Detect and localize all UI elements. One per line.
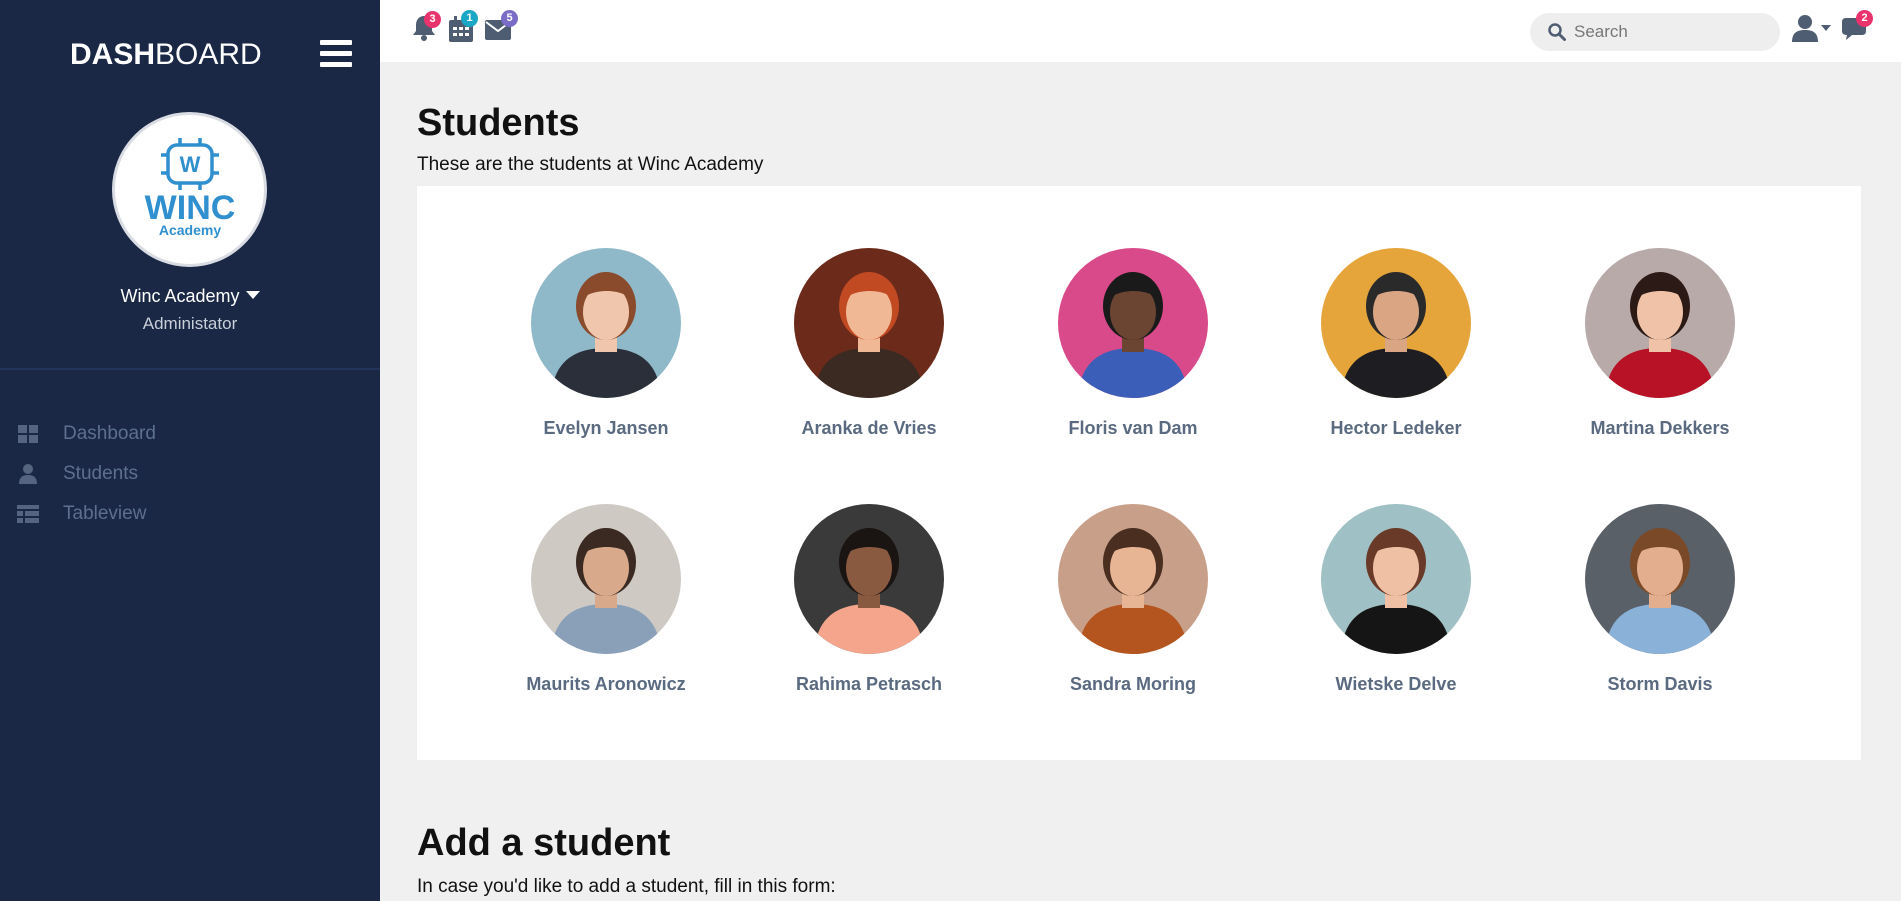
student-name: Sandra Moring bbox=[1069, 674, 1196, 694]
student-card[interactable]: Floris van Dam bbox=[1023, 248, 1243, 439]
brand-logo-text[interactable]: DASHBOARD bbox=[70, 38, 262, 72]
org-name: Winc Academy bbox=[120, 286, 240, 306]
student-name: Wietske Delve bbox=[1335, 674, 1457, 694]
chat-badge: 2 bbox=[1856, 10, 1873, 27]
student-avatar bbox=[1321, 504, 1471, 654]
main-content: Students These are the students at Winc … bbox=[380, 62, 1901, 901]
calendar-icon[interactable]: 1 bbox=[449, 10, 478, 42]
student-name: Storm Davis bbox=[1607, 674, 1713, 694]
search-input[interactable] bbox=[1574, 13, 1764, 51]
sidebar-item-label: Students bbox=[63, 463, 138, 484]
student-card[interactable]: Wietske Delve bbox=[1286, 504, 1506, 695]
org-name-dropdown[interactable]: Winc Academy bbox=[0, 286, 380, 307]
page-title: Students bbox=[417, 102, 580, 144]
brand-light: BOARD bbox=[155, 38, 262, 71]
student-avatar bbox=[531, 248, 681, 398]
student-name: Aranka de Vries bbox=[801, 418, 937, 438]
student-card[interactable]: Aranka de Vries bbox=[759, 248, 979, 439]
calendar-badge: 1 bbox=[461, 10, 478, 27]
student-card[interactable]: Martina Dekkers bbox=[1550, 248, 1770, 439]
page-subtitle: These are the students at Winc Academy bbox=[417, 154, 764, 175]
student-name: Rahima Petrasch bbox=[795, 674, 943, 694]
student-avatar bbox=[794, 504, 944, 654]
student-card[interactable]: Maurits Aronowicz bbox=[496, 504, 716, 695]
brand-bold: DASH bbox=[70, 38, 156, 71]
student-name: Maurits Aronowicz bbox=[526, 674, 686, 694]
student-avatar bbox=[794, 248, 944, 398]
student-avatar bbox=[1585, 504, 1735, 654]
notifications-badge: 3 bbox=[424, 11, 441, 28]
topbar: 3 1 5 2 bbox=[380, 0, 1901, 62]
search-box bbox=[1530, 13, 1780, 51]
add-student-title: Add a student bbox=[417, 822, 671, 864]
student-card[interactable]: Rahima Petrasch bbox=[759, 504, 979, 695]
user-icon bbox=[17, 464, 39, 484]
sidebar-item-dashboard[interactable]: Dashboard bbox=[0, 414, 380, 454]
svg-text:W: W bbox=[180, 152, 201, 177]
sidebar-item-label: Dashboard bbox=[63, 423, 156, 444]
sidebar: DASHBOARD W WINC Academy Winc Academy Ad… bbox=[0, 0, 380, 901]
table-icon bbox=[17, 504, 39, 524]
sidebar-item-tableview[interactable]: Tableview bbox=[0, 494, 380, 534]
student-name: Hector Ledeker bbox=[1330, 418, 1462, 438]
sidebar-divider bbox=[0, 368, 380, 370]
student-card[interactable]: Hector Ledeker bbox=[1286, 248, 1506, 439]
caret-down-icon bbox=[245, 291, 260, 299]
student-avatar bbox=[1058, 504, 1208, 654]
student-name: Floris van Dam bbox=[1068, 418, 1198, 438]
search-icon bbox=[1548, 23, 1566, 46]
student-avatar bbox=[1058, 248, 1208, 398]
sidebar-item-students[interactable]: Students bbox=[0, 454, 380, 494]
students-card: Evelyn Jansen Aranka de Vries Floris van D… bbox=[417, 186, 1861, 760]
org-role: Administator bbox=[142, 314, 238, 333]
logo-sub-text: Academy bbox=[159, 222, 221, 238]
student-card[interactable]: Evelyn Jansen bbox=[496, 248, 716, 439]
student-avatar bbox=[531, 504, 681, 654]
add-student-subtitle: In case you'd like to add a student, fil… bbox=[417, 876, 836, 897]
chat-bubbles-icon[interactable]: 2 bbox=[1842, 10, 1873, 42]
student-avatar bbox=[1321, 248, 1471, 398]
mail-badge: 5 bbox=[501, 10, 518, 27]
sidebar-nav: Dashboard Students Tableview bbox=[0, 414, 380, 534]
student-card[interactable]: Storm Davis bbox=[1550, 504, 1770, 695]
student-name: Martina Dekkers bbox=[1590, 418, 1730, 438]
student-card[interactable]: Sandra Moring bbox=[1023, 504, 1243, 695]
student-avatar bbox=[1585, 248, 1735, 398]
user-menu-icon[interactable] bbox=[1792, 14, 1832, 42]
mail-envelope-icon[interactable]: 5 bbox=[485, 10, 518, 42]
dashboard-grid-icon bbox=[17, 424, 39, 444]
student-name: Evelyn Jansen bbox=[543, 418, 669, 438]
sidebar-item-label: Tableview bbox=[63, 503, 147, 524]
organization-logo: W WINC Academy bbox=[112, 112, 267, 267]
hamburger-menu-icon[interactable] bbox=[320, 40, 352, 70]
notifications-bell-icon[interactable]: 3 bbox=[412, 11, 441, 42]
